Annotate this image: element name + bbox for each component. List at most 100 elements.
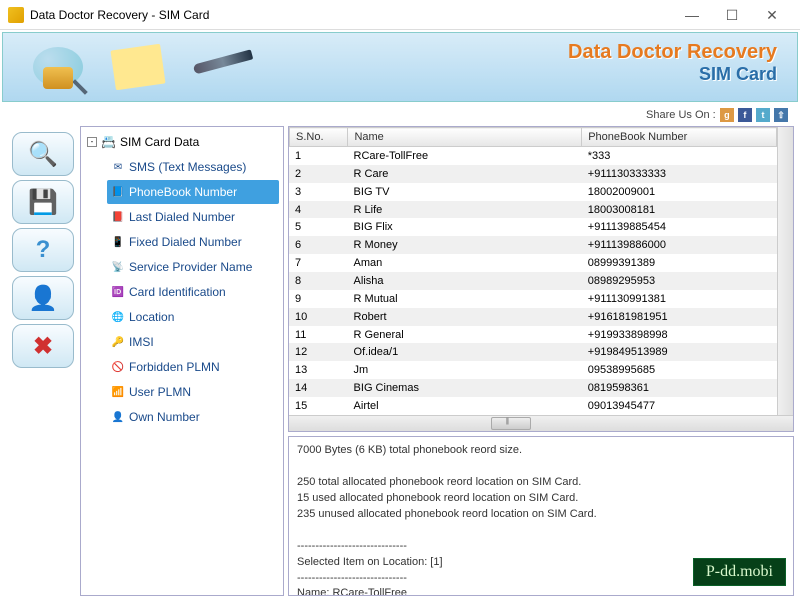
cell: *333	[582, 147, 777, 165]
table-vscroll[interactable]	[777, 127, 793, 147]
tree-item-icon: 🚫	[111, 360, 125, 374]
tree-item-2[interactable]: 📕 Last Dialed Number	[107, 205, 279, 229]
cell: BIG Cinemas	[348, 379, 582, 397]
cell: Jm	[348, 361, 582, 379]
tree-item-label: Forbidden PLMN	[129, 360, 220, 374]
table-row[interactable]: 14BIG Cinemas0819598361	[289, 379, 777, 397]
tree-collapse-icon[interactable]: -	[87, 137, 97, 147]
tool-help-button[interactable]: ?	[12, 228, 74, 272]
col-0[interactable]: S.No.	[290, 128, 348, 147]
sim-root-icon: 📇	[101, 135, 116, 149]
table-row[interactable]: 5BIG Flix+911139885454	[289, 218, 777, 236]
tree-item-icon: ✉	[111, 160, 125, 174]
cell: 18003008181	[582, 201, 777, 219]
cell: 4	[289, 201, 348, 219]
table-row[interactable]: 1RCare-TollFree*333	[289, 147, 777, 165]
cell: RCare-TollFree	[348, 147, 582, 165]
table-row[interactable]: 6R Money+911139886000	[289, 236, 777, 254]
sidebar-toolbar: 🔍 💾 ? 👤 ✖	[6, 126, 80, 596]
cell: R Care	[348, 165, 582, 183]
cell: BIG TV	[348, 183, 582, 201]
cell: +919933898998	[582, 326, 777, 344]
sim-icon	[43, 67, 73, 89]
tree-item-label: Last Dialed Number	[129, 210, 235, 224]
cell: 09013945477	[582, 397, 777, 415]
cell: 09538995685	[582, 361, 777, 379]
cell: 18002009001	[582, 183, 777, 201]
tree-item-8[interactable]: 🚫 Forbidden PLMN	[107, 355, 279, 379]
tree-item-icon: 📕	[111, 210, 125, 224]
cell: +911139885454	[582, 218, 777, 236]
col-1[interactable]: Name	[348, 128, 582, 147]
tree-panel: - 📇 SIM Card Data ✉ SMS (Text Messages) 📘P…	[80, 126, 284, 596]
cell: Airtel	[348, 397, 582, 415]
cell: BIG Flix	[348, 218, 582, 236]
tree-item-label: Fixed Dialed Number	[129, 235, 242, 249]
cell: Robert	[348, 308, 582, 326]
share-bar: Share Us On : g f t ⇧	[0, 104, 800, 126]
cell: 12	[289, 343, 348, 361]
tree-item-10[interactable]: 👤Own Number	[107, 405, 279, 429]
cell: R General	[348, 326, 582, 344]
table-row[interactable]: 10Robert+916181981951	[289, 308, 777, 326]
banner-title-2: SIM Card	[568, 64, 777, 85]
cell: 11	[289, 326, 348, 344]
col-2[interactable]: PhoneBook Number	[582, 128, 777, 147]
tree-item-icon: 📡	[111, 260, 125, 274]
cell: 2	[289, 165, 348, 183]
tree-item-5[interactable]: 🆔Card Identification	[107, 280, 279, 304]
tree-item-label: User PLMN	[129, 385, 191, 399]
tree-item-3[interactable]: 📱 Fixed Dialed Number	[107, 230, 279, 254]
watermark: P-dd.mobi	[693, 558, 786, 586]
table-row[interactable]: 9R Mutual+911130991381	[289, 290, 777, 308]
table-row[interactable]: 11R General+919933898998	[289, 326, 777, 344]
cell: 1	[289, 147, 348, 165]
tree-item-0[interactable]: ✉ SMS (Text Messages)	[107, 155, 279, 179]
table-hscroll[interactable]	[289, 415, 793, 431]
tree-item-1[interactable]: 📘PhoneBook Number	[107, 180, 279, 204]
tool-scan-button[interactable]: 🔍	[12, 132, 74, 176]
tool-save-button[interactable]: 💾	[12, 180, 74, 224]
share-label: Share Us On :	[646, 109, 716, 121]
app-icon	[8, 7, 24, 23]
cell: 15	[289, 397, 348, 415]
tree-item-4[interactable]: 📡Service Provider Name	[107, 255, 279, 279]
tree-item-label: SMS (Text Messages)	[129, 160, 246, 174]
cell: 0819598361	[582, 379, 777, 397]
share-gplus-icon[interactable]: g	[720, 108, 734, 122]
tree-item-7[interactable]: 🔑 IMSI	[107, 330, 279, 354]
tree-item-6[interactable]: 🌐Location	[107, 305, 279, 329]
table-row[interactable]: 2R Care+911130333333	[289, 165, 777, 183]
cell: R Mutual	[348, 290, 582, 308]
cell: 5	[289, 218, 348, 236]
tree-item-9[interactable]: 📶User PLMN	[107, 380, 279, 404]
table-row[interactable]: 13Jm09538995685	[289, 361, 777, 379]
cell: 14	[289, 379, 348, 397]
cell: +911130333333	[582, 165, 777, 183]
table-vscroll-body[interactable]	[777, 147, 793, 415]
share-facebook-icon[interactable]: f	[738, 108, 752, 122]
minimize-button[interactable]: —	[672, 3, 712, 27]
cell: +911139886000	[582, 236, 777, 254]
share-twitter-icon[interactable]: t	[756, 108, 770, 122]
close-button[interactable]: ✕	[752, 3, 792, 27]
tool-close-button[interactable]: ✖	[12, 324, 74, 368]
tree-item-label: IMSI	[129, 335, 154, 349]
table-row[interactable]: 4R Life18003008181	[289, 201, 777, 219]
cell: R Money	[348, 236, 582, 254]
table-row[interactable]: 8Alisha08989295953	[289, 272, 777, 290]
tree-root[interactable]: - 📇 SIM Card Data	[85, 133, 279, 151]
window-title: Data Doctor Recovery - SIM Card	[30, 8, 672, 22]
tree-item-icon: 🌐	[111, 310, 125, 324]
share-other-icon[interactable]: ⇧	[774, 108, 788, 122]
tool-user-button[interactable]: 👤	[12, 276, 74, 320]
tree-item-icon: 📱	[111, 235, 125, 249]
table-row[interactable]: 7Aman08999391389	[289, 254, 777, 272]
cell: +916181981951	[582, 308, 777, 326]
table-row[interactable]: 3BIG TV18002009001	[289, 183, 777, 201]
table-row[interactable]: 12Of.idea/1+919849513989	[289, 343, 777, 361]
tree-item-icon: 🔑	[111, 335, 125, 349]
tree-item-label: Card Identification	[129, 285, 226, 299]
table-row[interactable]: 15Airtel09013945477	[289, 397, 777, 415]
maximize-button[interactable]: ☐	[712, 3, 752, 27]
